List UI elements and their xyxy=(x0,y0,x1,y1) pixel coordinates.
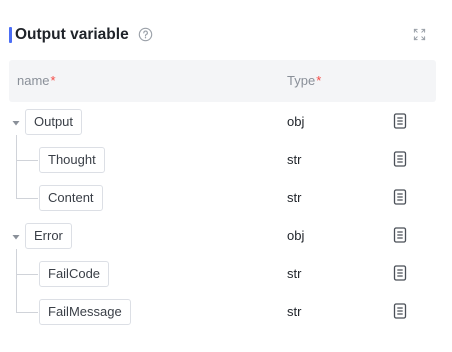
column-header-type: Type* xyxy=(287,73,321,89)
required-mark: * xyxy=(316,73,322,88)
title-accent-bar xyxy=(9,27,12,43)
column-name-label: name xyxy=(17,73,50,88)
document-icon[interactable] xyxy=(393,113,407,129)
expand-icon[interactable] xyxy=(413,28,426,41)
table-row: Thought str xyxy=(0,141,452,179)
variable-name-field[interactable]: Thought xyxy=(39,147,105,173)
variable-type[interactable]: obj xyxy=(287,114,304,130)
table-row: Output obj xyxy=(0,103,452,141)
caret-down-icon[interactable] xyxy=(11,118,21,128)
document-icon[interactable] xyxy=(393,151,407,167)
document-icon[interactable] xyxy=(393,189,407,205)
table-row: FailMessage str xyxy=(0,293,452,331)
panel-title: Output variable xyxy=(15,26,129,43)
column-header-name: name* xyxy=(17,73,56,89)
question-circle-icon[interactable] xyxy=(138,27,153,42)
caret-down-icon[interactable] xyxy=(11,232,21,242)
variable-name-field[interactable]: FailCode xyxy=(39,261,110,287)
variable-name-field[interactable]: Error xyxy=(25,223,72,249)
output-variable-panel: Output variable name* Type* Output obj T… xyxy=(0,0,452,352)
table-row: FailCode str xyxy=(0,255,452,293)
table-row: Error obj xyxy=(0,217,452,255)
variable-name-field[interactable]: Output xyxy=(25,109,83,135)
variable-name-field[interactable]: FailMessage xyxy=(39,299,131,325)
variable-type[interactable]: str xyxy=(287,190,301,206)
variable-type[interactable]: str xyxy=(287,266,301,282)
required-mark: * xyxy=(50,73,56,88)
variable-type[interactable]: obj xyxy=(287,228,304,244)
variable-name-field[interactable]: Content xyxy=(39,185,103,211)
variable-type[interactable]: str xyxy=(287,152,301,168)
table-header: name* Type* xyxy=(9,60,436,102)
panel-header: Output variable xyxy=(9,24,443,46)
document-icon[interactable] xyxy=(393,303,407,319)
column-type-label: Type xyxy=(287,73,316,88)
variable-type[interactable]: str xyxy=(287,304,301,320)
table-row: Content str xyxy=(0,179,452,217)
document-icon[interactable] xyxy=(393,265,407,281)
document-icon[interactable] xyxy=(393,227,407,243)
